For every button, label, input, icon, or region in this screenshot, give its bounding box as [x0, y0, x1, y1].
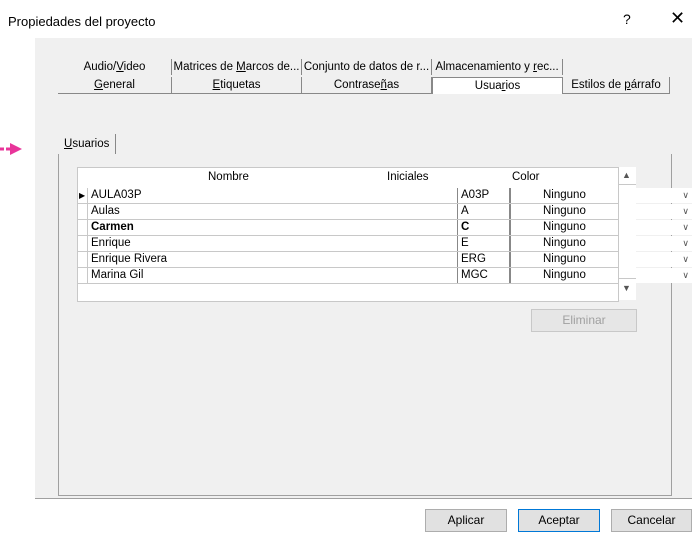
cell-name[interactable]: Enrique: [88, 236, 458, 251]
tab-label: as: [386, 79, 400, 91]
cell-name[interactable]: Enrique Rivera: [88, 252, 458, 267]
current-row-indicator-icon: ▶: [78, 188, 88, 203]
column-header-color[interactable]: Color: [512, 171, 539, 183]
scroll-up-icon[interactable]: ▲: [622, 170, 631, 180]
color-select[interactable]: Ninguno ∨: [510, 220, 692, 235]
tab-label: arcos de...: [245, 61, 300, 73]
tab-label: eneral: [102, 79, 135, 91]
tab-accel: G: [94, 79, 103, 91]
delete-button[interactable]: Eliminar: [531, 309, 637, 332]
row-indicator: [78, 268, 88, 283]
cell-initials[interactable]: E: [458, 236, 510, 251]
color-value: Ninguno: [543, 269, 586, 281]
row-indicator: [78, 236, 88, 251]
footer-divider: [35, 498, 692, 499]
tab-label: ideo: [123, 61, 146, 73]
tab-label: tiquetas: [220, 79, 261, 91]
color-select[interactable]: Ninguno ∨: [510, 236, 692, 251]
tab-audio-video[interactable]: Audio/Video: [58, 59, 172, 75]
cell-initials[interactable]: MGC: [458, 268, 510, 283]
chevron-down-icon[interactable]: ∨: [682, 188, 689, 203]
cell-name[interactable]: Marina Gil: [88, 268, 458, 283]
row-indicator: [78, 220, 88, 235]
tab-almacenamiento[interactable]: Almacenamiento y rec...: [432, 59, 563, 75]
tab-accel: V: [116, 61, 124, 73]
color-value: Ninguno: [543, 253, 586, 265]
close-button[interactable]: ✕: [670, 8, 685, 29]
table-row[interactable]: Carmen C Ninguno ∨: [78, 220, 692, 236]
pointer-arrow-icon: [0, 143, 22, 155]
color-value: Ninguno: [543, 205, 586, 217]
tab-label: Audio/: [83, 61, 117, 73]
table-scrollbar[interactable]: ▲ ▼: [618, 167, 636, 300]
chevron-down-icon[interactable]: ∨: [682, 220, 689, 235]
column-header-name[interactable]: Nombre: [208, 171, 249, 183]
tab-etiquetas[interactable]: Etiquetas: [172, 77, 302, 94]
subtab-usuarios[interactable]: Usuarios: [58, 134, 117, 154]
apply-button[interactable]: Aplicar: [425, 509, 507, 532]
tab-label: Contrase: [333, 79, 381, 91]
tab-estilos-parrafo[interactable]: Estilos de párrafo: [563, 77, 670, 94]
subtab-label: suarios: [72, 138, 110, 150]
tab-label: ios: [505, 80, 521, 92]
color-value: Ninguno: [543, 221, 586, 233]
cell-initials[interactable]: A03P: [458, 188, 510, 203]
scroll-down-icon[interactable]: ▼: [622, 283, 631, 293]
color-value: Ninguno: [543, 237, 586, 249]
chevron-down-icon[interactable]: ∨: [682, 236, 689, 251]
table-row[interactable]: Enrique Rivera ERG Ninguno ∨: [78, 252, 692, 268]
cell-initials[interactable]: ERG: [458, 252, 510, 267]
table-row[interactable]: Enrique E Ninguno ∨: [78, 236, 692, 252]
tab-label: árrafo: [630, 79, 661, 91]
tab-usuarios[interactable]: Usuarios: [432, 77, 563, 94]
cell-initials[interactable]: A: [458, 204, 510, 219]
tab-matrices[interactable]: Matrices de Marcos de...: [172, 59, 302, 75]
tab-label: Almacenamiento y: [435, 61, 534, 73]
chevron-down-icon[interactable]: ∨: [682, 268, 689, 283]
color-value: Ninguno: [543, 189, 586, 201]
table-row[interactable]: ▶ AULA03P A03P Ninguno ∨: [78, 188, 692, 204]
color-select[interactable]: Ninguno ∨: [510, 252, 692, 267]
tab-label: Matrices de: [173, 61, 237, 73]
window-title: Propiedades del proyecto: [8, 14, 156, 29]
row-indicator: [78, 204, 88, 219]
tab-label: Estilos de: [571, 79, 625, 91]
scroll-thumb[interactable]: [619, 184, 636, 279]
cell-name[interactable]: Carmen: [88, 220, 458, 235]
help-button[interactable]: ?: [623, 11, 631, 27]
tab-conjunto-datos[interactable]: Conjunto de datos de r...: [302, 59, 432, 75]
row-indicator: [78, 252, 88, 267]
chevron-down-icon[interactable]: ∨: [682, 252, 689, 267]
table-row[interactable]: Marina Gil MGC Ninguno ∨: [78, 268, 692, 284]
color-select[interactable]: Ninguno ∨: [510, 268, 692, 283]
tab-accel: M: [236, 61, 246, 73]
tab-general[interactable]: General: [58, 77, 172, 94]
tab-label: Conjunto de datos de r...: [303, 61, 430, 73]
tab-label: ec...: [536, 61, 559, 73]
cell-name[interactable]: AULA03P: [88, 188, 458, 203]
accept-button[interactable]: Aceptar: [518, 509, 600, 532]
chevron-down-icon[interactable]: ∨: [682, 204, 689, 219]
column-header-initials[interactable]: Iniciales: [387, 171, 429, 183]
color-select[interactable]: Ninguno ∨: [510, 188, 692, 203]
color-select[interactable]: Ninguno ∨: [510, 204, 692, 219]
tab-label: Usua: [474, 80, 502, 92]
cell-initials[interactable]: C: [458, 220, 510, 235]
cancel-button[interactable]: Cancelar: [611, 509, 692, 532]
tab-contrasenas[interactable]: Contraseñas: [302, 77, 432, 94]
users-table: Nombre Iniciales Color ▶ AULA03P A03P Ningu…: [77, 167, 692, 302]
cell-name[interactable]: Aulas: [88, 204, 458, 219]
table-row[interactable]: Aulas A Ninguno ∨: [78, 204, 692, 220]
